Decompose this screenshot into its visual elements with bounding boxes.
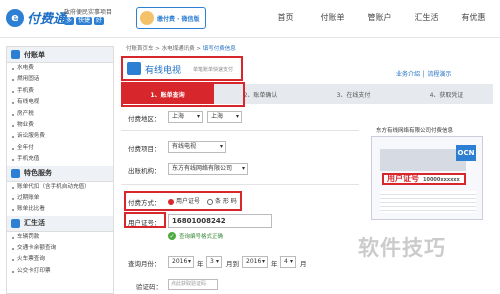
star-icon: [11, 168, 20, 178]
validation-message: ✓ 查询编号格式正确: [168, 232, 224, 240]
nav-deals[interactable]: 有优惠: [450, 12, 497, 23]
sidebar-item[interactable]: 燃用固话: [7, 74, 113, 85]
life-icon: [11, 218, 20, 228]
sidebar-section-special: 特色服务: [7, 165, 113, 182]
sidebar-item[interactable]: 物业费: [7, 120, 113, 131]
sidebar: 付账单 水电费 燃用固话 手机费 有线电视 房产税 物业费 诉讼服务费 全年付 …: [6, 46, 114, 294]
captcha-input[interactable]: 点此获取验证码: [168, 279, 218, 290]
end-month-select[interactable]: 4: [280, 256, 296, 268]
end-year-select[interactable]: 2016: [242, 256, 268, 268]
org-select[interactable]: 东方有线网络有限公司: [168, 163, 248, 175]
item-label: 付费项目：: [128, 145, 161, 153]
start-year-select[interactable]: 2016: [168, 256, 194, 268]
card-header-area: [380, 149, 466, 171]
sidebar-item[interactable]: 诉讼服务费: [7, 131, 113, 142]
pay-method-highlight: [124, 191, 242, 211]
logo-text: 付费通: [27, 12, 67, 27]
promo-banner[interactable]: 缴付费 · 微信版: [136, 7, 206, 29]
sidebar-item[interactable]: 有线电视: [7, 97, 113, 108]
org-label: 出账机构：: [128, 167, 161, 175]
page-title: 有线电视: [145, 66, 182, 76]
card-text-lines: [380, 191, 476, 213]
sidebar-section-life: 汇生活: [7, 215, 113, 232]
user-id-label-highlight: [124, 212, 166, 228]
tv-icon: [127, 62, 141, 75]
sidebar-section-bills: 付账单: [7, 47, 113, 63]
region-province-select[interactable]: 上海: [168, 111, 203, 123]
region-label: 付费地区：: [128, 115, 161, 123]
site-logo[interactable]: e 付费通: [6, 8, 66, 27]
region-city-select[interactable]: 上海: [207, 111, 242, 123]
nav-home[interactable]: 首页: [262, 12, 309, 23]
sidebar-item[interactable]: 房产税: [7, 109, 113, 120]
item-select[interactable]: 有线电视: [168, 141, 226, 153]
sidebar-item[interactable]: 手机费: [7, 86, 113, 97]
month-label: 查询月份：: [128, 260, 161, 268]
top-header: e 付费通 政府便民实事项目 多快捷好 缴付费 · 微信版 首页 付账单 管账户…: [0, 0, 500, 38]
bill-icon: [11, 50, 20, 59]
sidebar-item[interactable]: 手机充值: [7, 154, 113, 165]
breadcrumb: 付账首页车 > 水电煤通讯费 > 填写付费信息: [126, 46, 236, 52]
step-highlight: [121, 82, 245, 107]
main-nav: 首页 付账单 管账户 汇生活 有优惠: [262, 12, 497, 23]
sidebar-item[interactable]: 全年付: [7, 143, 113, 154]
step-pay: 3、在线支付: [307, 84, 400, 104]
help-links[interactable]: 业务介绍 │ 流程演示: [396, 69, 451, 78]
nav-accounts[interactable]: 管账户: [356, 12, 403, 23]
card-user-id-highlight: 用户证号 10000xxxxxx: [382, 173, 466, 185]
sidebar-item[interactable]: 公交卡打印票: [7, 266, 113, 277]
sample-card-caption: 东方有线网络有限公司付费信息: [376, 128, 454, 134]
step-receipt: 4、获取凭证: [400, 84, 493, 104]
logo-tagline: 政府便民实事项目 多快捷好: [64, 9, 113, 25]
user-id-input[interactable]: 16801008242: [168, 214, 272, 228]
captcha-label: 验证码：: [136, 283, 162, 291]
divider: [121, 130, 359, 131]
sidebar-item[interactable]: 水电费: [7, 63, 113, 74]
nav-pay-bills[interactable]: 付账单: [309, 12, 356, 23]
ocn-logo: OCN: [456, 145, 476, 161]
sidebar-item[interactable]: 火车票查询: [7, 254, 113, 265]
nav-life[interactable]: 汇生活: [403, 12, 450, 23]
page-title-box: 有线电视 单笔账单快速支付: [121, 56, 243, 81]
sidebar-item[interactable]: 交通卡余额查询: [7, 243, 113, 254]
check-icon: ✓: [168, 232, 176, 240]
logo-icon: e: [6, 8, 24, 27]
page-subtitle: 单笔账单快速支付: [193, 67, 234, 73]
sidebar-item[interactable]: 账单比比看: [7, 204, 113, 215]
sidebar-item[interactable]: 过期账单: [7, 193, 113, 204]
start-month-select[interactable]: 3: [206, 256, 222, 268]
watermark: 软件技巧: [358, 236, 446, 260]
mascot-icon: [140, 11, 154, 25]
sidebar-item[interactable]: 账单代扣（含手机自动充值）: [7, 182, 113, 193]
sidebar-item[interactable]: 车辆罚款: [7, 232, 113, 243]
sample-card: OCN 用户证号 10000xxxxxx: [371, 136, 483, 220]
divider: [121, 184, 359, 185]
